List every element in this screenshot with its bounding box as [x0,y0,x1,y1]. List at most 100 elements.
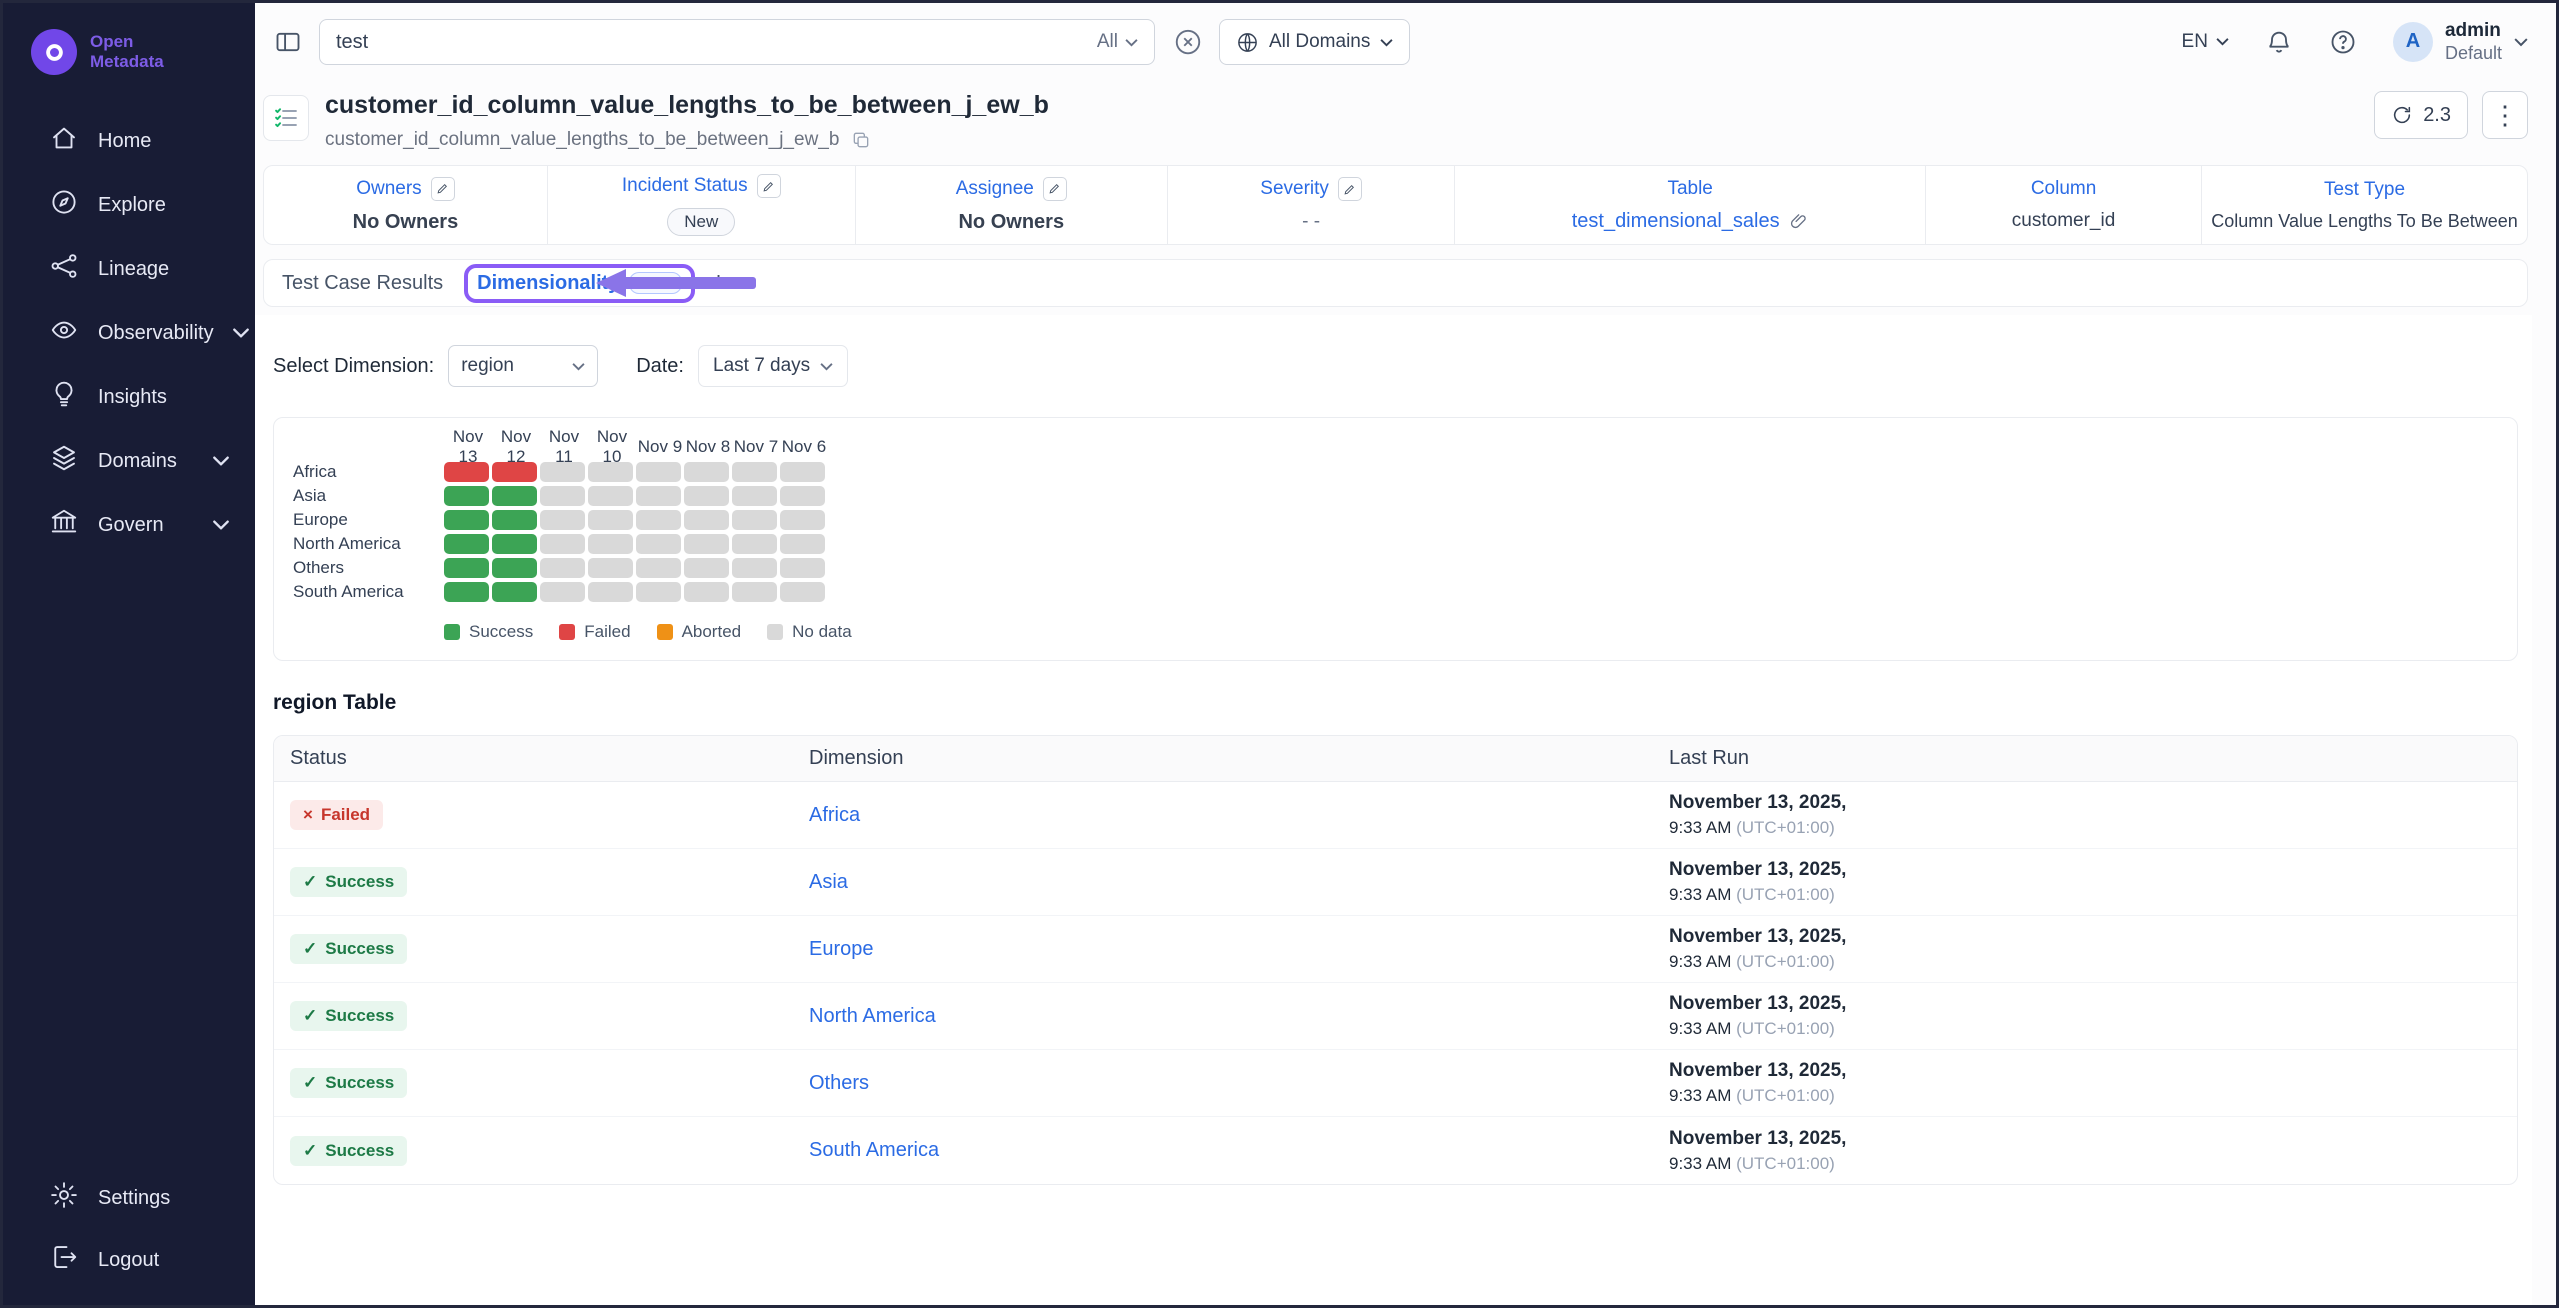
sidebar-item-insights[interactable]: Insights [3,365,255,429]
sidebar-item-home[interactable]: Home [3,109,255,173]
notifications-bell-icon[interactable] [2265,28,2293,56]
heatmap-cell-nodata [684,582,729,602]
column-section: Column customer_id [1925,166,2201,244]
heatmap-cell-nodata [636,582,681,602]
heatmap-cell-nodata [636,486,681,506]
copy-icon[interactable] [851,130,871,150]
last-run-time: 9:33 AM (UTC+01:00) [1669,1019,2517,1039]
heatmap-cell-success [492,534,537,554]
date-range-dropdown[interactable]: Last 7 days [698,345,848,387]
heatmap-cell-success [492,582,537,602]
search-scope-dropdown[interactable]: All [1097,31,1138,53]
dimension-link[interactable]: North America [809,1005,936,1027]
test-type-value: Column Value Lengths To Be Between [2211,211,2518,232]
sidebar-item-domains[interactable]: Domains [3,429,255,493]
domain-filter-dropdown[interactable]: All Domains [1219,19,1410,65]
avatar: A [2393,22,2433,62]
status-label: Success [325,1141,394,1161]
tab-test-case-results[interactable]: Test Case Results [282,272,443,295]
incident-status-badge[interactable]: New [667,208,735,236]
heatmap-cell-nodata [780,558,825,578]
language-dropdown[interactable]: EN [2182,31,2229,53]
search-input[interactable] [336,31,1097,54]
dimension-link[interactable]: Europe [809,938,874,960]
dimension-link[interactable]: Others [809,1072,869,1094]
clear-search-icon[interactable] [1173,27,1203,57]
heatmap-date-label: Nov 7 [732,437,780,457]
sidebar-collapse-icon[interactable] [267,21,309,63]
heatmap-legend: SuccessFailedAbortedNo data [444,622,2517,642]
last-run-time: 9:33 AM (UTC+01:00) [1669,885,2517,905]
tab-incidents[interactable]: In [716,272,733,295]
heatmap-date-label: Nov 9 [636,437,684,457]
legend-label: Success [469,622,533,642]
openmetadata-logo[interactable]: Open Metadata [3,3,255,75]
status-badge: ✓Success [290,867,407,897]
incident-status-edit-icon[interactable] [757,174,781,198]
heatmap-row: North America [293,532,2517,556]
heatmap-cell-nodata [588,462,633,482]
heatmap-cell-nodata [732,462,777,482]
severity-section: Severity - - [1167,166,1454,244]
legend-label: Failed [584,622,630,642]
legend-item: Success [444,622,533,642]
sidebar-item-observability[interactable]: Observability [3,301,255,365]
sidebar-item-logout[interactable]: Logout [3,1229,255,1291]
app-window: Open Metadata Home Explore Lineage Obser… [0,0,2559,1308]
assignee-section: Assignee No Owners [855,166,1167,244]
heatmap-date-label: Nov 10 [588,427,636,467]
legend-swatch [444,624,460,640]
heatmap-date-label: Nov 11 [540,427,588,467]
dimension-link[interactable]: South America [809,1139,939,1161]
legend-item: Failed [559,622,630,642]
heatmap-cell-success [492,558,537,578]
table-link[interactable]: test_dimensional_sales [1572,210,1809,233]
legend-swatch [657,624,673,640]
owners-edit-icon[interactable] [431,177,455,201]
heatmap-row-label: North America [293,534,444,554]
heatmap-cell-nodata [780,582,825,602]
sidebar-item-settings[interactable]: Settings [3,1167,255,1229]
heatmap-cell-nodata [732,534,777,554]
table-row: ✓Success Asia November 13, 2025, 9:33 AM… [274,849,2517,916]
explore-icon [49,187,79,223]
legend-swatch [559,624,575,640]
status-badge: ✓Success [290,1068,407,1098]
tab-dimensionality[interactable]: Dimensionality Beta [477,272,682,295]
sidebar-item-explore[interactable]: Explore [3,173,255,237]
help-icon[interactable] [2329,28,2357,56]
legend-item: Aborted [657,622,742,642]
heatmap-row: Others [293,556,2517,580]
test-type-label: Test Type [2324,179,2405,201]
assignee-label: Assignee [956,178,1034,200]
status-badge: ✓Success [290,1001,407,1031]
dimension-link[interactable]: Asia [809,871,848,893]
heatmap-date-label: Nov 8 [684,437,732,457]
heatmap-cell-nodata [780,534,825,554]
last-run-cell: November 13, 2025, 9:33 AM (UTC+01:00) [1653,859,2517,905]
version-button[interactable]: 2.3 [2374,91,2468,139]
severity-edit-icon[interactable] [1338,177,1362,201]
global-search[interactable]: All [319,19,1155,65]
heatmap-cell-nodata [732,558,777,578]
column-header-dimension: Dimension [793,747,1653,770]
heatmap-date-row: Nov 13Nov 12Nov 11Nov 10Nov 9Nov 8Nov 7N… [444,434,2517,460]
status-label: Success [325,1006,394,1026]
sidebar-item-label: Govern [98,514,164,537]
more-options-button[interactable]: ⋮ [2482,91,2528,139]
heatmap-row-label: South America [293,582,444,602]
dimension-select[interactable]: region [448,345,598,387]
dimension-link[interactable]: Africa [809,804,860,826]
heatmap-cell-nodata [780,486,825,506]
heatmap-cell-success [492,510,537,530]
heatmap-row: Africa [293,460,2517,484]
page-header: customer_id_column_value_lengths_to_be_b… [255,81,2556,151]
region-table-body: ×Failed Africa November 13, 2025, 9:33 A… [274,782,2517,1184]
heatmap-cell-nodata [732,486,777,506]
sidebar-item-govern[interactable]: Govern [3,493,255,557]
sidebar-item-lineage[interactable]: Lineage [3,237,255,301]
user-menu[interactable]: A admin Default [2393,20,2528,64]
test-case-summary: Owners No Owners Incident Status New Ass… [263,165,2528,245]
heatmap-cell-failed [492,462,537,482]
assignee-edit-icon[interactable] [1043,177,1067,201]
